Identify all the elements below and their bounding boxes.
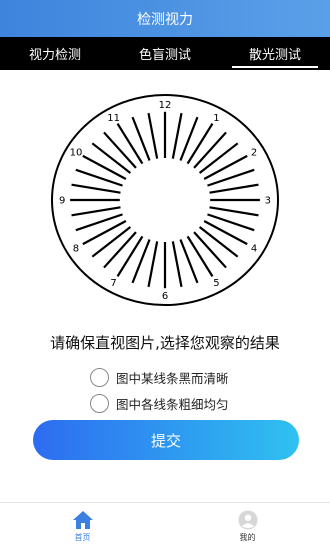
- dial-line: [207, 213, 255, 232]
- dial-line: [209, 206, 259, 217]
- dial-line: [75, 213, 123, 232]
- nav-home[interactable]: 首页: [0, 503, 165, 550]
- dial-hour-label: 9: [59, 196, 65, 207]
- dial-line: [103, 131, 137, 169]
- dial-line: [91, 226, 132, 258]
- dial-line: [116, 235, 144, 277]
- dial-line: [71, 206, 121, 217]
- tab-bar: 视力检测 色盲测试 散光测试: [0, 37, 330, 70]
- tab-label: 视力检测: [28, 48, 81, 63]
- app-header: 检测视力: [0, 0, 330, 37]
- dial-line: [91, 142, 132, 174]
- dial-hour-label: 4: [251, 243, 257, 254]
- dial-line: [116, 123, 144, 165]
- dial-line: [209, 183, 259, 194]
- dial-line: [131, 116, 151, 161]
- dial-line: [171, 112, 183, 159]
- tab-label: 色盲测试: [138, 48, 191, 63]
- submit-label: 提交: [150, 431, 181, 450]
- dial-line: [147, 241, 159, 288]
- dial-hour-label: 5: [213, 278, 219, 289]
- dial-hour-label: 2: [251, 148, 257, 159]
- home-icon: [72, 511, 93, 529]
- option-label: 图中各线条粗细均匀: [116, 396, 229, 412]
- answer-options: 图中某线条黑而清晰 图中各线条粗细均匀: [90, 364, 229, 416]
- dial-line: [193, 131, 227, 169]
- option-lines-even[interactable]: 图中各线条粗细均匀: [90, 390, 229, 416]
- dial-line: [186, 123, 214, 165]
- dial-hour-label: 10: [70, 148, 83, 159]
- dial-hour-label: 8: [73, 243, 79, 254]
- radio-button[interactable]: [90, 367, 109, 387]
- dial-hour-label: 3: [265, 196, 271, 207]
- option-one-line-darker[interactable]: 图中某线条黑而清晰: [90, 364, 229, 390]
- instruction-text: 请确保直视图片,选择您观察的结果: [50, 334, 280, 352]
- dial-line: [193, 231, 227, 269]
- dial-line: [198, 142, 239, 174]
- dial-hour-label: 12: [159, 100, 172, 111]
- dial-hour-label: 1: [213, 113, 219, 124]
- dial-line: [179, 116, 199, 161]
- nav-label: 我的: [239, 533, 256, 542]
- option-label: 图中某线条黑而清晰: [116, 370, 229, 386]
- nav-profile[interactable]: 我的: [165, 503, 330, 550]
- submit-button[interactable]: 提交: [33, 420, 299, 460]
- nav-label: 首页: [74, 533, 91, 542]
- dial-line: [75, 168, 123, 187]
- dial-hour-label: 11: [107, 113, 120, 124]
- dial-line: [147, 112, 159, 159]
- dial-line: [186, 235, 214, 277]
- radio-button[interactable]: [90, 393, 109, 413]
- tab-label: 散光测试: [248, 48, 301, 63]
- dial-hour-label: 6: [162, 291, 168, 302]
- dial-hour-label: 7: [110, 278, 116, 289]
- tab-vision-test[interactable]: 视力检测: [0, 37, 110, 70]
- dial-line: [179, 239, 199, 284]
- user-icon: [237, 510, 258, 530]
- tab-color-blind-test[interactable]: 色盲测试: [110, 37, 220, 70]
- dial-line: [198, 226, 239, 258]
- astigmatism-dial: 121234567891011: [51, 94, 279, 306]
- dial-line: [171, 241, 183, 288]
- bottom-nav: 首页 我的: [0, 502, 330, 550]
- dial-line: [71, 183, 121, 194]
- dial-line: [103, 231, 137, 269]
- dial-line: [131, 239, 151, 284]
- dial-line: [207, 168, 255, 187]
- page-title: 检测视力: [137, 11, 193, 28]
- tab-astigmatism-test[interactable]: 散光测试: [220, 37, 330, 70]
